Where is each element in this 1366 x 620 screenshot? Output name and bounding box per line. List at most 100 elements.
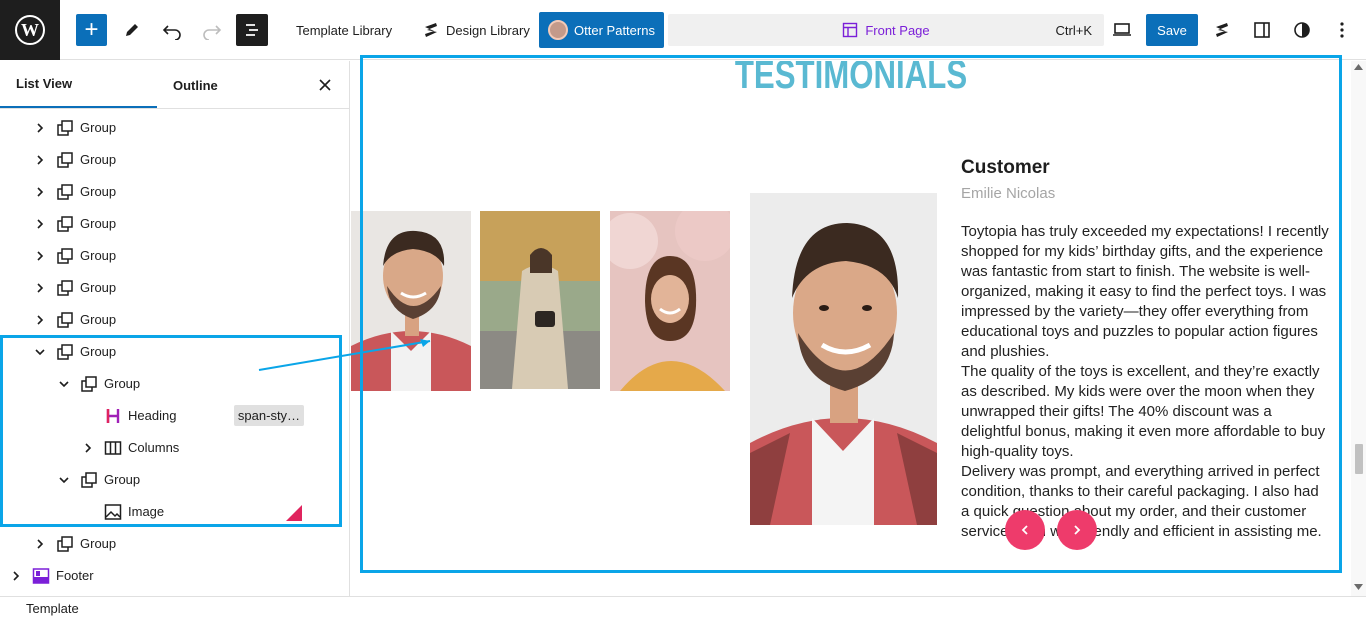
list-view-item[interactable]: Group [0, 528, 350, 560]
design-library-button[interactable]: Design Library [422, 14, 530, 46]
tools-button[interactable] [116, 14, 148, 46]
tab-list-view[interactable]: List View [0, 61, 157, 108]
page-title: Front Page [865, 22, 930, 38]
breadcrumb-template[interactable]: Template [26, 601, 79, 616]
group-block-icon [56, 311, 74, 329]
group-block-icon [56, 279, 74, 297]
testimonials-heading[interactable]: TESTIMONIALS [461, 61, 1241, 98]
command-palette[interactable]: Front Page Ctrl+K [668, 14, 1104, 46]
block-breadcrumb-bar: Template [0, 596, 1366, 620]
panel-tabs: List View Outline [0, 61, 350, 109]
contrast-icon [1294, 22, 1310, 38]
man-portrait-large-image [750, 193, 937, 525]
wordpress-logo[interactable]: W [0, 0, 60, 60]
chevron-right-icon[interactable] [34, 218, 46, 230]
group-block-icon [56, 535, 74, 553]
list-view-item[interactable]: Group [0, 208, 350, 240]
layout-icon [843, 22, 858, 38]
list-view-item[interactable]: Group [0, 240, 350, 272]
template-library-button[interactable]: Template Library [296, 14, 392, 46]
redo-button[interactable] [196, 14, 228, 46]
scrollbar-thumb[interactable] [1355, 444, 1363, 474]
list-view-item[interactable]: Footer [0, 560, 350, 592]
stackable-settings-button[interactable] [1206, 14, 1238, 46]
chevron-right-icon[interactable] [34, 282, 46, 294]
list-view-item[interactable]: Group [0, 272, 350, 304]
slider-next-button[interactable] [1057, 510, 1097, 550]
close-icon [319, 79, 331, 91]
editor-canvas[interactable]: TESTIMONIALS Customer Emilie Nicolas Toy… [351, 61, 1351, 596]
undo-icon [162, 25, 181, 40]
styles-button[interactable] [1286, 14, 1318, 46]
testimonial-thumbnail-2[interactable] [480, 211, 600, 389]
options-button[interactable] [1326, 14, 1358, 46]
template-library-label: Template Library [296, 22, 393, 38]
list-view-item-label: Group [80, 536, 117, 551]
chevron-right-icon[interactable] [34, 250, 46, 262]
connector-arrow-icon [258, 339, 431, 371]
sidebar-toggle-icon [1254, 22, 1270, 38]
shortcut-hint: Ctrl+K [1055, 23, 1092, 38]
chevron-right-icon[interactable] [34, 538, 46, 550]
otter-avatar-icon [548, 20, 569, 40]
preview-button[interactable] [1106, 14, 1138, 46]
chevron-right-icon[interactable] [10, 570, 22, 582]
list-view-item-label: Footer [56, 568, 94, 583]
testimonial-main-photo[interactable] [750, 193, 937, 525]
resize-corner-icon [286, 505, 302, 521]
list-view-item-label: Group [80, 280, 117, 295]
list-view-item-label: Group [80, 216, 117, 231]
pencil-icon [126, 24, 138, 36]
chevron-right-icon[interactable] [34, 314, 46, 326]
testimonial-text[interactable]: Toytopia has truly exceeded my expectati… [961, 222, 1331, 542]
list-view-item[interactable]: Group [0, 176, 350, 208]
add-block-button[interactable]: + [76, 14, 107, 46]
list-view-item-label: Group [80, 312, 117, 327]
group-block-icon [56, 247, 74, 265]
list-view-item-label: Group [80, 248, 117, 263]
editor-toolbar: W + Template Library Design Library Otte… [0, 0, 1366, 60]
woman-street-image [480, 211, 600, 389]
scroll-down-icon[interactable] [1354, 584, 1363, 590]
group-block-icon [56, 183, 74, 201]
undo-button[interactable] [156, 14, 188, 46]
stackable-icon [1216, 23, 1228, 37]
tab-list-view-label: List View [16, 76, 73, 91]
wordpress-icon: W [15, 15, 45, 45]
close-panel-button[interactable] [315, 75, 335, 95]
laptop-icon [1113, 23, 1131, 36]
list-view-item[interactable]: Group [0, 144, 350, 176]
save-label: Save [1157, 22, 1187, 38]
redo-icon [203, 25, 222, 40]
more-vertical-icon [1340, 22, 1344, 38]
chevron-right-icon[interactable] [34, 154, 46, 166]
settings-panel-button[interactable] [1246, 14, 1278, 46]
testimonial-author[interactable]: Emilie Nicolas [961, 185, 1055, 202]
chevron-right-icon[interactable] [34, 186, 46, 198]
tab-outline-label: Outline [173, 77, 218, 93]
group-block-icon [56, 151, 74, 169]
tab-outline[interactable]: Outline [157, 61, 237, 109]
list-view-item-label: Group [80, 120, 117, 135]
scroll-up-icon[interactable] [1354, 64, 1363, 70]
list-view-item[interactable]: Group [0, 112, 350, 144]
save-button[interactable]: Save [1146, 14, 1198, 46]
woman-smiling-image [610, 211, 730, 391]
testimonial-thumbnail-3[interactable] [610, 211, 730, 391]
group-block-icon [56, 215, 74, 233]
list-view-item-label: Group [80, 184, 117, 199]
design-library-label: Design Library [446, 22, 530, 38]
otter-patterns-button[interactable]: Otter Patterns [539, 12, 664, 48]
group-block-icon [56, 119, 74, 137]
chevron-right-icon [1074, 525, 1081, 535]
canvas-scrollbar[interactable] [1351, 61, 1366, 596]
slider-prev-button[interactable] [1005, 510, 1045, 550]
list-view-icon [246, 24, 258, 36]
list-view-item[interactable]: Group [0, 304, 350, 336]
chevron-left-icon [1021, 525, 1028, 535]
list-view-item-label: Group [80, 152, 117, 167]
document-overview-button[interactable] [236, 14, 268, 46]
testimonial-title[interactable]: Customer [961, 157, 1050, 179]
chevron-right-icon[interactable] [34, 122, 46, 134]
stackable-icon [425, 23, 437, 37]
